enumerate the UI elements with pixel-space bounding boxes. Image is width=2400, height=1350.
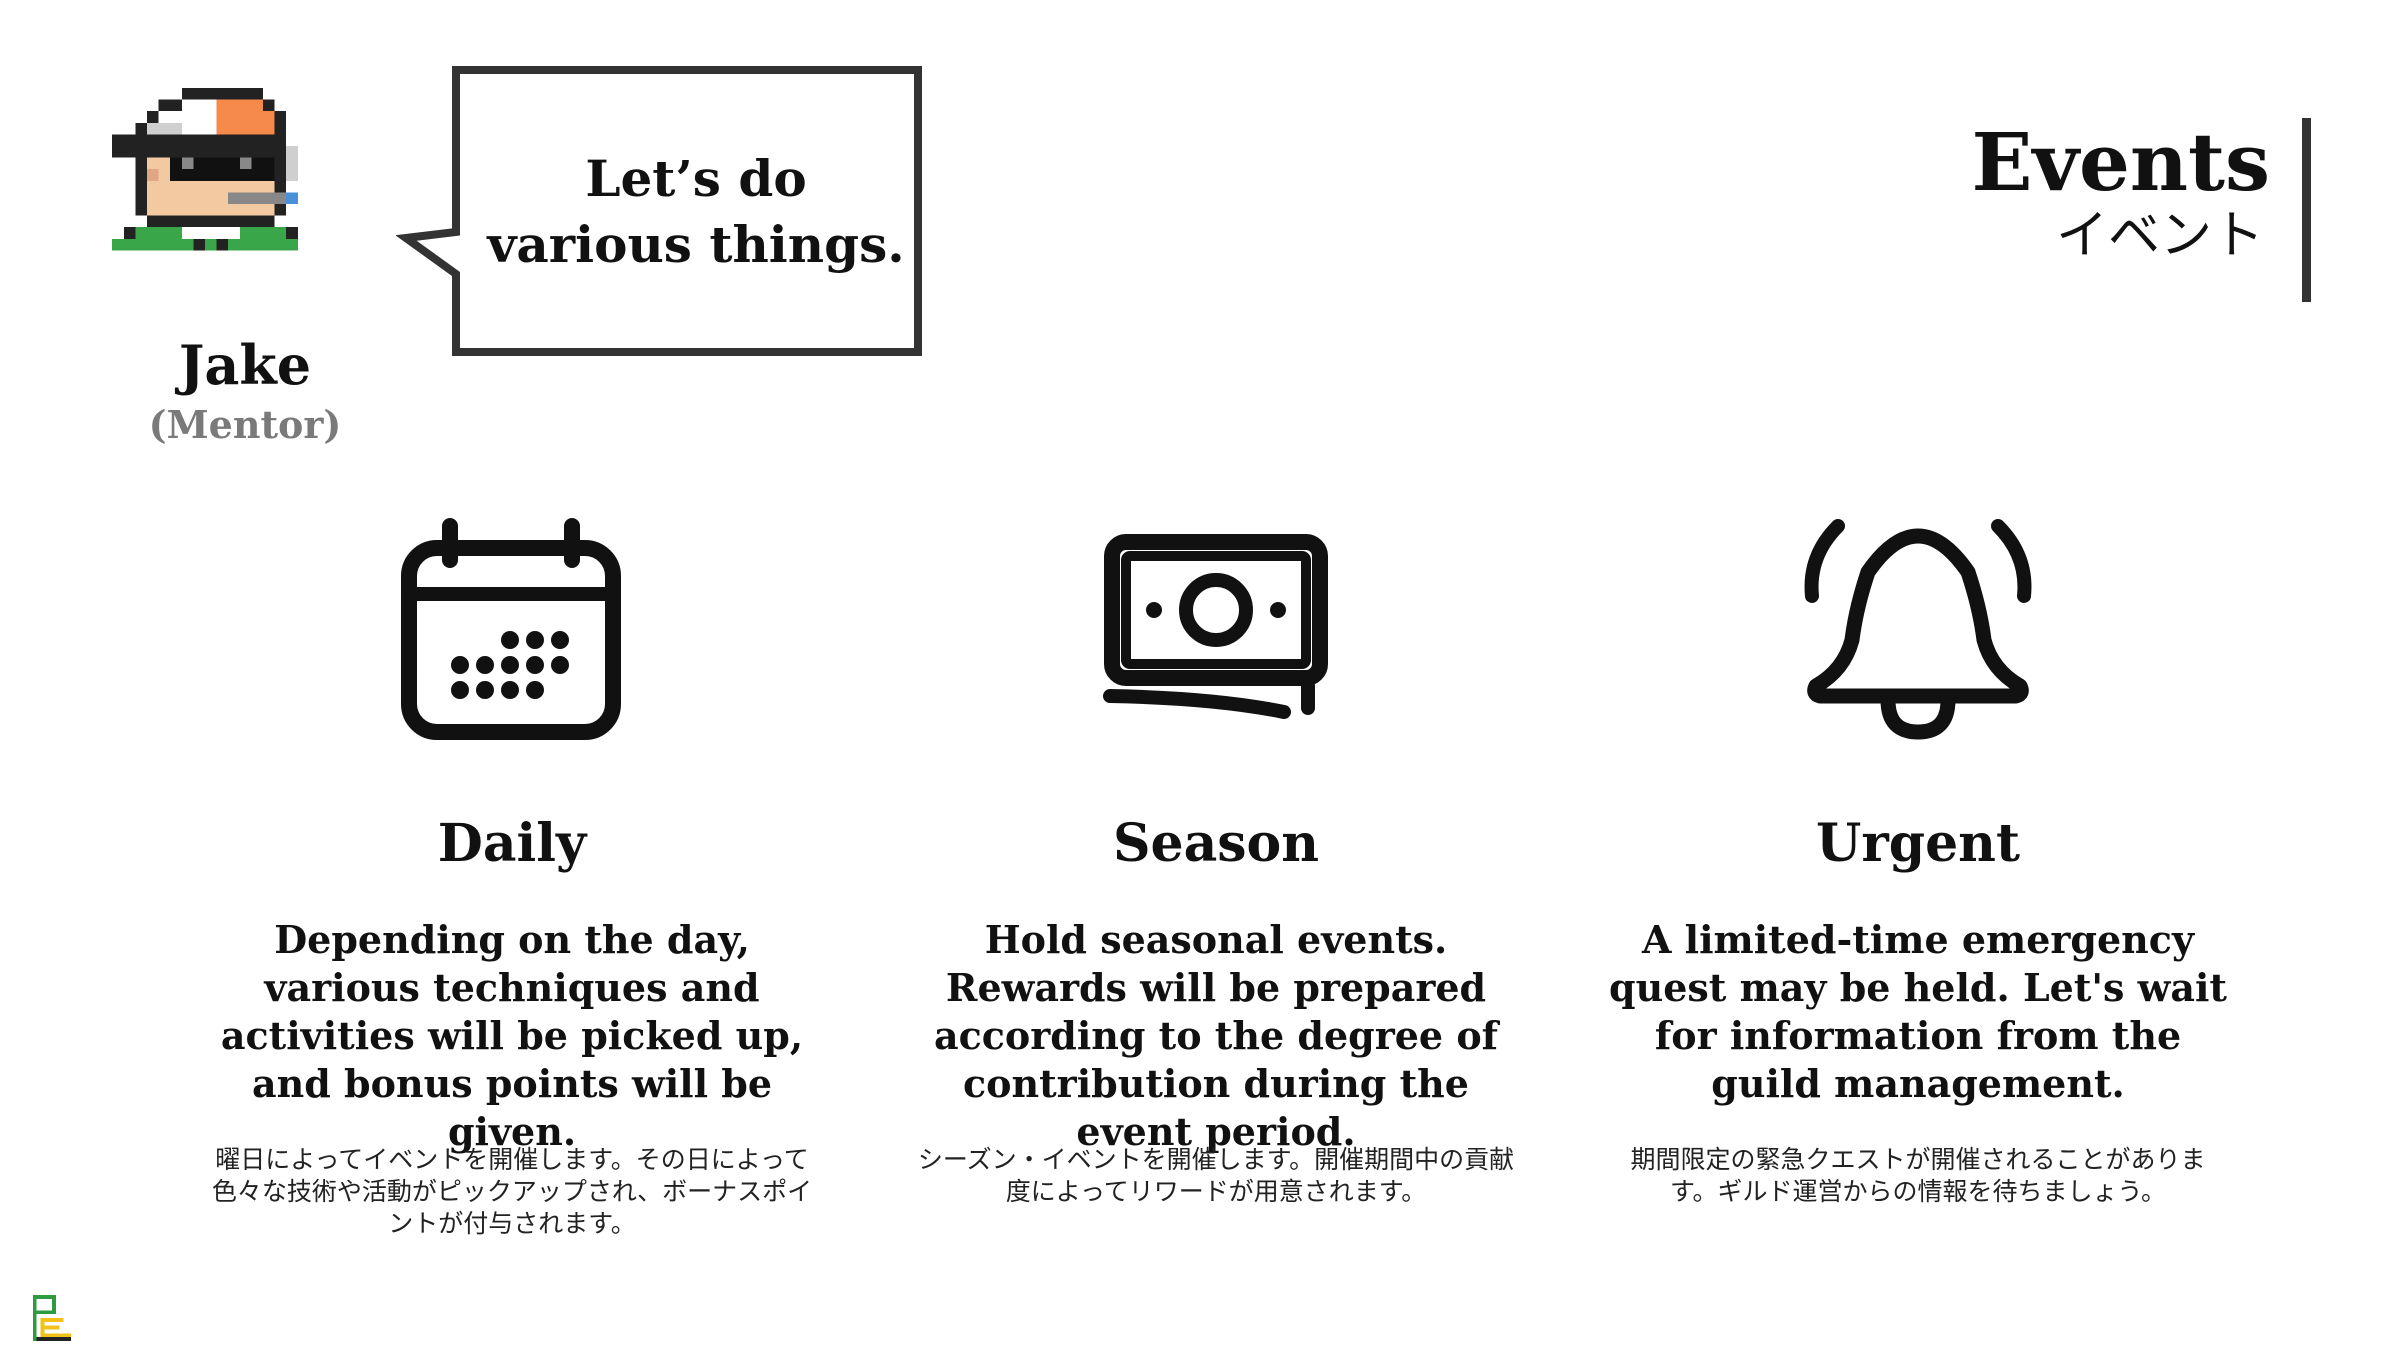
daily-japanese: 曜日によってイベントを開催します。その日によって色々な技術や活動がピックアップさ…: [211, 1145, 813, 1238]
pixel-avatar-icon: [112, 88, 298, 251]
page-subtitle: イベント: [2055, 206, 2264, 266]
urgent-description: A limited-time emergency quest may be he…: [1609, 917, 2227, 1106]
bell-icon: [1798, 510, 2038, 750]
calendar-icon: [392, 518, 632, 758]
mentor-name: Jake: [178, 333, 312, 397]
mentor-avatar: [108, 88, 360, 320]
season-title: Season: [1112, 813, 1320, 874]
daily-title: Daily: [437, 813, 587, 874]
speech-bubble: Let’s do various things.: [396, 66, 922, 356]
mentor-role: (Mentor): [148, 402, 342, 447]
urgent-title: Urgent: [1815, 813, 2020, 874]
urgent-japanese: 期間限定の緊急クエストが開催されることがあります。ギルド運営からの情報を待ちまし…: [1630, 1145, 2206, 1206]
brand-logo: [32, 1295, 72, 1341]
speech-bubble-text: Let’s do various things.: [487, 149, 905, 274]
season-japanese: シーズン・イベントを開催します。開催期間中の貢献度によってリワードが用意されます…: [917, 1145, 1515, 1206]
logo-icon: [32, 1295, 72, 1341]
page-title: Events: [1971, 115, 2270, 209]
money-icon: [1096, 518, 1336, 758]
daily-description: Depending on the day, various techniques…: [220, 917, 804, 1154]
title-accent-bar: [2302, 118, 2311, 302]
season-description: Hold seasonal events. Rewards will be pr…: [933, 917, 1499, 1154]
